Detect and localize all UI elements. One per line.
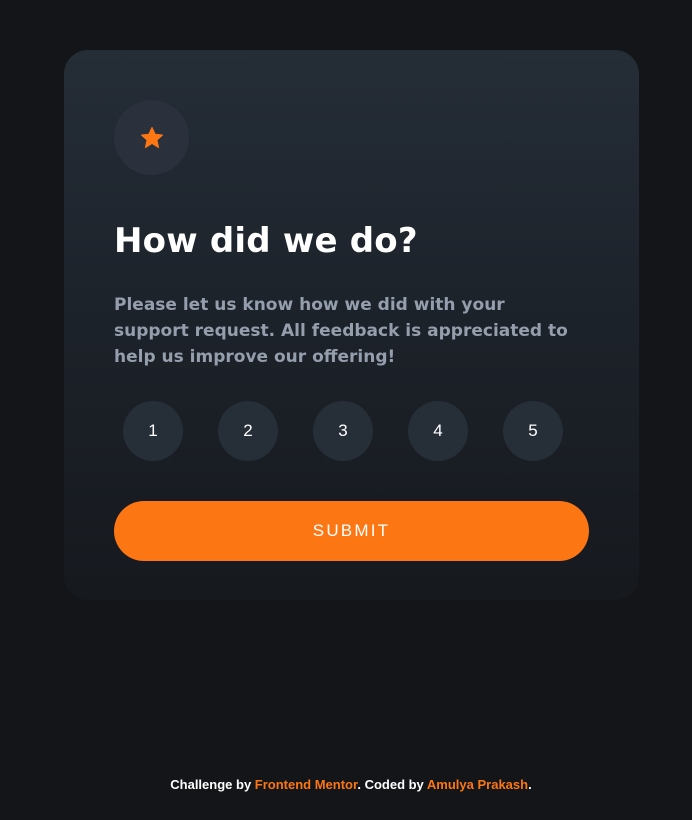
rating-button-4[interactable]: 4 [408,401,468,461]
rating-button-1[interactable]: 1 [123,401,183,461]
attribution-suffix: . [528,777,532,792]
star-icon-badge [114,100,189,175]
star-icon [140,126,163,148]
card-description: Please let us know how we did with your … [114,295,568,367]
attribution: Challenge by Frontend Mentor. Coded by A… [0,776,692,794]
rating-button-3[interactable]: 3 [313,401,373,461]
rating-button-2[interactable]: 2 [218,401,278,461]
rating-card: How did we do? Please let us know how we… [64,50,639,600]
attribution-prefix: Challenge by [170,777,255,792]
submit-button[interactable]: SUBMIT [114,501,589,561]
author-link[interactable]: Amulya Prakash [427,777,528,792]
rating-options: 1 2 3 4 5 [123,401,563,461]
frontend-mentor-link[interactable]: Frontend Mentor [255,777,358,792]
attribution-middle: . Coded by [357,777,427,792]
page-title: How did we do? [114,221,418,261]
rating-button-5[interactable]: 5 [503,401,563,461]
